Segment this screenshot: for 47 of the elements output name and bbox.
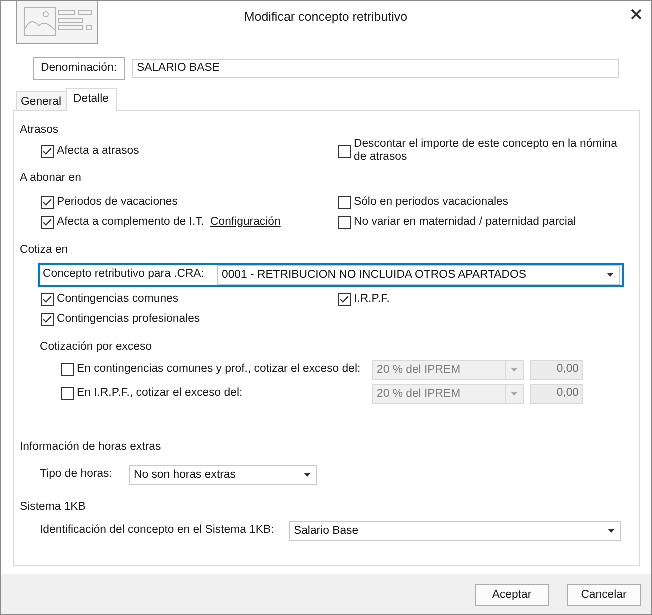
denomination-label: Denominación: — [33, 57, 125, 80]
checkbox[interactable] — [338, 292, 351, 306]
dropdown[interactable]: No son horas extras — [129, 465, 317, 485]
section-heading: Información de horas extras — [20, 440, 162, 455]
dropdown[interactable]: Salario Base — [289, 521, 621, 541]
checkbox-label: I.R.P.F. — [354, 292, 390, 306]
checkbox-label: En I.R.P.F., cotizar el exceso del: — [77, 386, 243, 402]
checkbox-label: Contingencias profesionales — [57, 312, 200, 326]
checkbox[interactable] — [41, 292, 54, 306]
section-heading: Atrasos — [20, 123, 59, 138]
caret-icon — [304, 473, 310, 477]
checkbox[interactable] — [41, 216, 54, 228]
close-icon — [630, 8, 642, 20]
dialog-button[interactable]: Cancelar — [567, 584, 641, 606]
tab[interactable]: Detalle — [66, 88, 117, 111]
name-input[interactable]: SALARIO BASE — [132, 59, 619, 78]
checkbox-label: Periodos de vacaciones — [57, 196, 178, 208]
checkbox[interactable] — [338, 196, 351, 208]
window-title: Modificar concepto retributivo — [244, 9, 408, 25]
caret-icon — [608, 529, 614, 533]
checkbox[interactable] — [338, 144, 351, 158]
field-label: Identificación del concepto en el Sistema 1KB: — [40, 523, 276, 538]
checkbox-label: Sólo en periodos vacacionales — [354, 196, 509, 208]
caret-icon — [511, 368, 518, 372]
section-heading: Sistema 1KB — [20, 500, 86, 515]
checkbox-label: En contingencias comunes y prof., cotizar el exceso del: — [77, 362, 361, 378]
section-heading: Cotiza en — [20, 243, 68, 258]
caret-icon — [511, 392, 518, 396]
checkbox-label: Contingencias comunes — [57, 292, 179, 306]
checkbox-label: No variar en maternidad / paternidad parcial — [354, 216, 576, 228]
dropdown[interactable]: 0001 - RETRIBUCION NO INCLUIDA OTROS APARTADOS — [217, 265, 620, 285]
field-label: Tipo de horas: — [40, 467, 114, 482]
checkbox[interactable] — [41, 196, 54, 208]
checkbox[interactable] — [41, 312, 54, 326]
dialog-button[interactable]: Aceptar — [475, 584, 549, 606]
tab[interactable]: General — [16, 91, 66, 111]
field-label: Concepto retributivo para .CRA: — [43, 267, 206, 282]
caret-icon — [606, 273, 614, 277]
checkbox[interactable] — [338, 216, 351, 228]
checkbox-label: Descontar el importe de este concepto en la nómina de atrasos — [354, 138, 618, 164]
configuration-link[interactable]: Configuración — [210, 216, 281, 228]
section-heading: A abonar en — [20, 171, 82, 186]
close-button[interactable] — [629, 7, 643, 21]
checkbox-label: Afecta a atrasos — [57, 144, 140, 158]
section-heading: Cotización por exceso — [40, 340, 152, 355]
checkbox-label: Afecta a complemento de I.T. — [57, 216, 205, 228]
checkbox[interactable] — [41, 144, 54, 158]
